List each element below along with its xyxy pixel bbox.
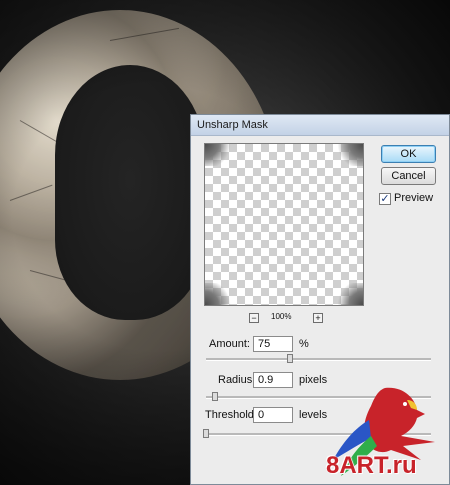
radius-input[interactable] <box>253 372 293 388</box>
threshold-unit: levels <box>299 409 328 421</box>
threshold-input[interactable] <box>253 407 293 423</box>
cancel-button[interactable]: Cancel <box>381 167 436 185</box>
preview-label: Preview <box>394 192 434 204</box>
ok-button[interactable]: OK <box>381 145 436 163</box>
dialog-title[interactable]: Unsharp Mask <box>191 115 449 136</box>
zoom-level: 100% <box>271 312 292 321</box>
radius-unit: pixels <box>299 374 328 386</box>
amount-slider-thumb[interactable] <box>287 354 294 363</box>
zoom-in-button[interactable]: + <box>313 313 323 323</box>
amount-slider-track[interactable] <box>206 358 431 361</box>
amount-input[interactable] <box>253 336 293 352</box>
amount-unit: % <box>299 338 309 350</box>
amount-label: Amount: <box>209 338 250 350</box>
preview-corner <box>205 144 231 166</box>
preview-corner <box>337 144 363 166</box>
zoom-out-button[interactable]: − <box>249 313 259 323</box>
radius-slider-thumb[interactable] <box>212 392 218 401</box>
filter-preview-pane[interactable] <box>204 143 364 306</box>
preview-corner <box>205 283 231 305</box>
preview-checkbox[interactable]: ✓ <box>379 193 391 205</box>
radius-label: Radius: <box>218 374 256 386</box>
preview-corner <box>337 283 363 305</box>
threshold-label: Threshold: <box>205 409 257 421</box>
threshold-slider-thumb[interactable] <box>203 429 209 438</box>
watermark-text: 8ART.ru <box>326 452 417 479</box>
